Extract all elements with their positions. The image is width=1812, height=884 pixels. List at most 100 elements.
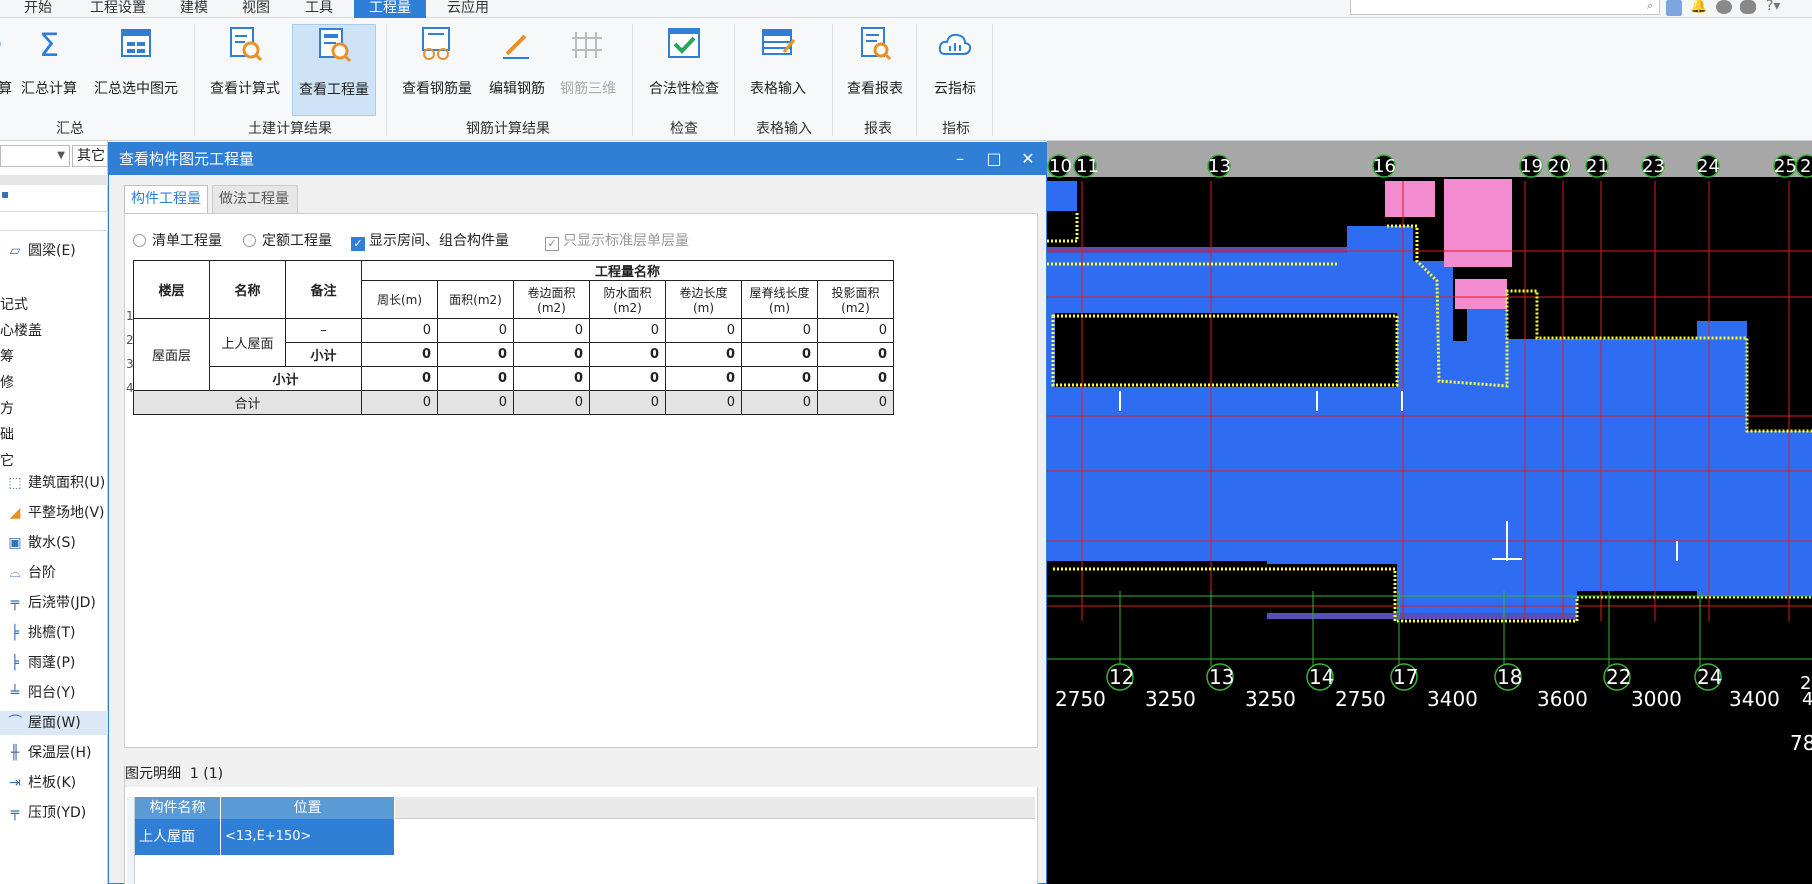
tree-item-apron[interactable]: ▣ 散水(S) [0, 531, 108, 555]
show-room-combo-checkbox[interactable]: ✓ 显示房间、组合构件量 [351, 230, 509, 251]
axis-label-top: 21 [1586, 156, 1609, 177]
floor-plan-drawing [1047, 154, 1812, 884]
tab-component-quantity[interactable]: 构件工程量 [124, 185, 208, 213]
tree-item-7[interactable]: 方 [0, 397, 108, 421]
tree-item-3[interactable]: 记式 [0, 293, 108, 317]
element-count: 1 (1) [189, 766, 224, 782]
tree-item-6[interactable]: 修 [0, 371, 108, 395]
value-cell: 0 [513, 390, 590, 415]
tree-item-cornice[interactable]: ╞ 挑檐(T) [0, 621, 108, 645]
detail-header-position: 位置 [221, 797, 395, 819]
detail-cell-name[interactable]: 上人屋面 [135, 819, 221, 855]
standard-floor-only-checkbox[interactable]: ✓ 只显示标准层单层量 [545, 230, 689, 251]
tree-filter-input[interactable] [0, 211, 108, 231]
tab-method-quantity[interactable]: 做法工程量 [212, 185, 298, 213]
post-cast-strip-icon: ╤ [10, 595, 20, 611]
value-cell: 0 [437, 318, 514, 343]
tree-item-step[interactable]: ⌓ 台阶 [0, 561, 108, 585]
value-cell: 0 [817, 318, 894, 343]
tree-item-balcony[interactable]: ╧ 阳台(Y) [0, 681, 108, 705]
dialog-title-bar[interactable]: 查看构件图元工程量 [109, 143, 1046, 175]
menu-cloud-apps[interactable]: 云应用 [434, 0, 502, 18]
value-cell: 0 [361, 390, 438, 415]
tree-item-5[interactable]: 筹 [0, 345, 108, 369]
tree-item-9[interactable]: 它 [0, 449, 108, 473]
axis-label-top: 16 [1373, 156, 1396, 177]
calc-button[interactable]: 算 [0, 24, 14, 116]
menu-quantity[interactable]: 工程量 [354, 0, 426, 18]
building-area-icon: ⬚ [8, 475, 22, 491]
axis-label-top: 10 [1049, 156, 1072, 177]
canopy-icon: ╞ [10, 655, 20, 671]
dialog-title: 查看构件图元工程量 [119, 150, 255, 168]
user-icon[interactable] [1666, 0, 1682, 16]
element-detail-label: 图元明细 1 (1) [125, 761, 1039, 787]
tree-item-site-leveling[interactable]: ◢ 平整场地(V) [0, 501, 108, 525]
tree-item-ring-beam[interactable]: ▱ 圆梁(E) [0, 239, 108, 263]
search-input[interactable]: ⌕ [1350, 0, 1660, 15]
tree-item-building-area[interactable]: ⬚ 建筑面积(U) [0, 471, 108, 495]
menu-project-settings[interactable]: 工程设置 [78, 0, 158, 18]
search-icon: ⌕ [1646, 0, 1653, 12]
message-icon[interactable] [1716, 0, 1732, 14]
tree-item-coping[interactable]: ╤ 压顶(YD) [0, 801, 108, 825]
tree-item-canopy[interactable]: ╞ 雨蓬(P) [0, 651, 108, 675]
tree-expand-icon[interactable]: ▪ [0, 187, 108, 207]
roof-icon: ⏜ [8, 715, 22, 731]
summary-selected-button[interactable]: 汇总选中图元 [88, 24, 184, 116]
value-cell: 0 [513, 342, 590, 367]
cloud-index-button[interactable]: 云指标 [922, 24, 988, 116]
quantity-table: 楼层 名称 备注 工程量名称 周长(m) 面积(m2) 卷边面积(m2) 防水面… [133, 260, 894, 415]
menu-modeling[interactable]: 建模 [166, 0, 222, 18]
bill-quantity-radio[interactable]: 清单工程量 [133, 230, 222, 250]
value-cell: 0 [741, 390, 818, 415]
header-note: 备注 [285, 260, 362, 319]
table-input-button[interactable]: 表格输入 [744, 24, 812, 116]
cornice-icon: ╞ [10, 625, 20, 641]
tree-item-insulation[interactable]: ╫ 保温层(H) [0, 741, 108, 765]
rebar-3d-button[interactable]: 钢筋三维 [554, 24, 622, 116]
coping-icon: ╤ [10, 805, 20, 821]
menu-start[interactable]: 开始 [8, 0, 68, 18]
view-quantity-button[interactable]: 查看工程量 [292, 24, 376, 116]
radio-icon [133, 234, 146, 247]
tree-item-roof[interactable]: ⏜ 屋面(W) [0, 711, 108, 735]
note-cell: – [285, 318, 362, 343]
category-select[interactable]: 其它 [72, 145, 108, 167]
service-icon[interactable] [1740, 0, 1756, 14]
tree-item-parapet[interactable]: ⇥ 栏板(K) [0, 771, 108, 795]
dimension-label: 2750 [1055, 687, 1106, 711]
close-button[interactable]: ✕ [1014, 143, 1042, 175]
value-cell: 0 [589, 390, 666, 415]
floor-select[interactable]: ▼ [0, 145, 70, 167]
edit-rebar-button[interactable]: 编辑钢筋 [484, 24, 550, 116]
axis-label-top: 19 [1520, 156, 1543, 177]
tree-item-8[interactable]: 础 [0, 423, 108, 447]
axis-label-top: 25 [1774, 156, 1797, 177]
summary-calc-button[interactable]: Σ 汇总计算 [16, 24, 82, 116]
dimension-label: 3600 [1537, 687, 1588, 711]
maximize-button[interactable]: □ [980, 143, 1008, 175]
legality-check-button[interactable]: 合法性检查 [642, 24, 726, 116]
quota-quantity-radio[interactable]: 定额工程量 [243, 230, 332, 250]
view-report-button[interactable]: 查看报表 [838, 24, 912, 116]
view-rebar-button[interactable]: 查看钢筋量 [396, 24, 478, 116]
tree-item-post-cast-strip[interactable]: ╤ 后浇带(JD) [0, 591, 108, 615]
table-row[interactable]: 屋面层 上人屋面 – 0 0 0 0 0 0 0 [133, 318, 894, 391]
minimize-button[interactable]: – [946, 143, 974, 175]
menu-tools[interactable]: 工具 [290, 0, 348, 18]
help-icon[interactable]: ?▾ [1766, 0, 1780, 14]
tree-item-4[interactable]: 心楼盖 [0, 319, 108, 343]
menu-view[interactable]: 视图 [228, 0, 284, 18]
axis-label-bottom: 12 [1109, 665, 1135, 689]
cad-drawing-canvas[interactable]: 10 11 13 16 19 20 21 23 24 25 2 2750 325… [1047, 141, 1812, 884]
col-header: 面积(m2) [437, 280, 514, 319]
table-row[interactable]: 小计 0 0 0 0 0 0 0 [134, 366, 894, 391]
table-row[interactable]: 合计 0 0 0 0 0 0 0 [133, 390, 894, 415]
chevron-down-icon: ▼ [57, 150, 65, 161]
bell-icon[interactable]: 🔔 [1690, 0, 1707, 14]
detail-cell-position[interactable]: <13,E+150> [221, 819, 395, 855]
group-label-table-input: 表格输入 [756, 121, 812, 137]
view-formula-button[interactable]: 查看计算式 [204, 24, 286, 116]
value-cell: 0 [513, 318, 590, 343]
